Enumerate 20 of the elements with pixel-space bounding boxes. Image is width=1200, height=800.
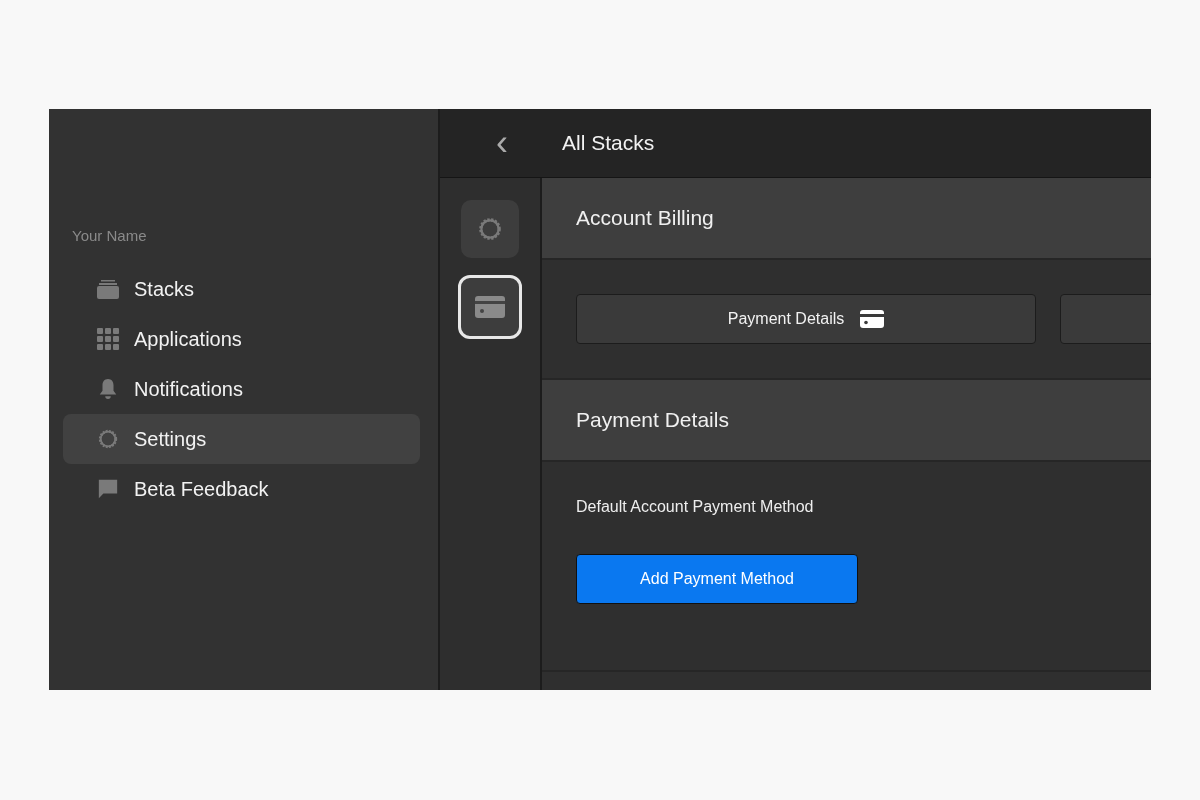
section-title: Payment Details [576,408,729,432]
sidebar-item[interactable]: Beta Feedback [63,464,420,514]
stack-icon [96,278,120,300]
field-label: Default Account Payment Method [576,498,815,516]
sidebar-item[interactable]: Notifications [63,364,420,414]
payment-details-button[interactable]: Payment Details [576,294,1036,344]
credit-card-icon [475,294,505,320]
gear-icon [96,428,120,450]
chat-bubble-icon [96,478,120,500]
section-title: Account Billing [576,206,714,230]
rail-tab[interactable] [458,275,522,339]
sidebar-item[interactable]: Stacks [63,264,420,314]
back-button[interactable]: ‹ [496,125,562,161]
grid-icon [96,328,120,350]
page-title: All Stacks [562,131,655,155]
sidebar-item[interactable]: Applications [63,314,420,364]
add-payment-method-button[interactable]: Add Payment Method [576,554,858,604]
sidebar-item[interactable]: Settings [63,414,420,464]
user-name: Your Name [72,227,148,244]
credit-card-icon [860,310,885,328]
